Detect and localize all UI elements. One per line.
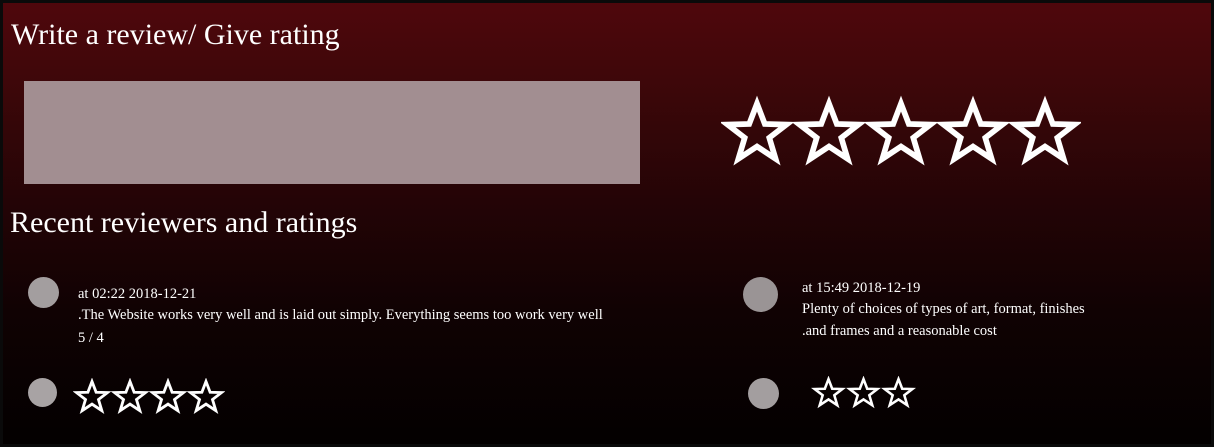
write-review-heading: Write a review/ Give rating bbox=[11, 18, 340, 51]
star-outline-icon bbox=[149, 378, 187, 416]
review-panel: Write a review/ Give rating Recent revie… bbox=[0, 0, 1214, 447]
review-timestamp: at 15:49 2018-12-19 bbox=[802, 280, 921, 296]
reviewer-avatar bbox=[743, 277, 778, 312]
star-outline-icon bbox=[111, 378, 149, 416]
star-outline-icon bbox=[721, 95, 793, 166]
star-outline-icon bbox=[1009, 95, 1081, 166]
review-star-rating bbox=[73, 378, 225, 416]
review-text: .The Website works very well and is laid… bbox=[78, 307, 603, 323]
reviewer-avatar bbox=[748, 378, 779, 409]
star-outline-icon bbox=[811, 376, 846, 410]
rate-star-3[interactable] bbox=[865, 95, 937, 171]
rating-star-picker bbox=[721, 95, 1081, 171]
rate-star-2[interactable] bbox=[793, 95, 865, 171]
star-outline-icon bbox=[937, 95, 1009, 166]
recent-reviews-heading: Recent reviewers and ratings bbox=[10, 206, 358, 239]
review-timestamp: at 02:22 2018-12-21 bbox=[78, 286, 197, 302]
review-text-input[interactable] bbox=[24, 81, 640, 184]
reviewer-avatar bbox=[28, 378, 57, 407]
star-outline-icon bbox=[881, 376, 916, 410]
star-outline-icon bbox=[187, 378, 225, 416]
review-score: 5 / 4 bbox=[78, 330, 104, 346]
rate-star-5[interactable] bbox=[1009, 95, 1081, 171]
rate-star-1[interactable] bbox=[721, 95, 793, 171]
star-outline-icon bbox=[846, 376, 881, 410]
review-star-rating bbox=[811, 376, 916, 410]
review-text-line-2: .and frames and a reasonable cost bbox=[802, 323, 997, 339]
star-outline-icon bbox=[73, 378, 111, 416]
review-text-line-1: Plenty of choices of types of art, forma… bbox=[802, 301, 1085, 317]
star-outline-icon bbox=[793, 95, 865, 166]
rate-star-4[interactable] bbox=[937, 95, 1009, 171]
star-outline-icon bbox=[865, 95, 937, 166]
reviewer-avatar bbox=[28, 277, 59, 308]
